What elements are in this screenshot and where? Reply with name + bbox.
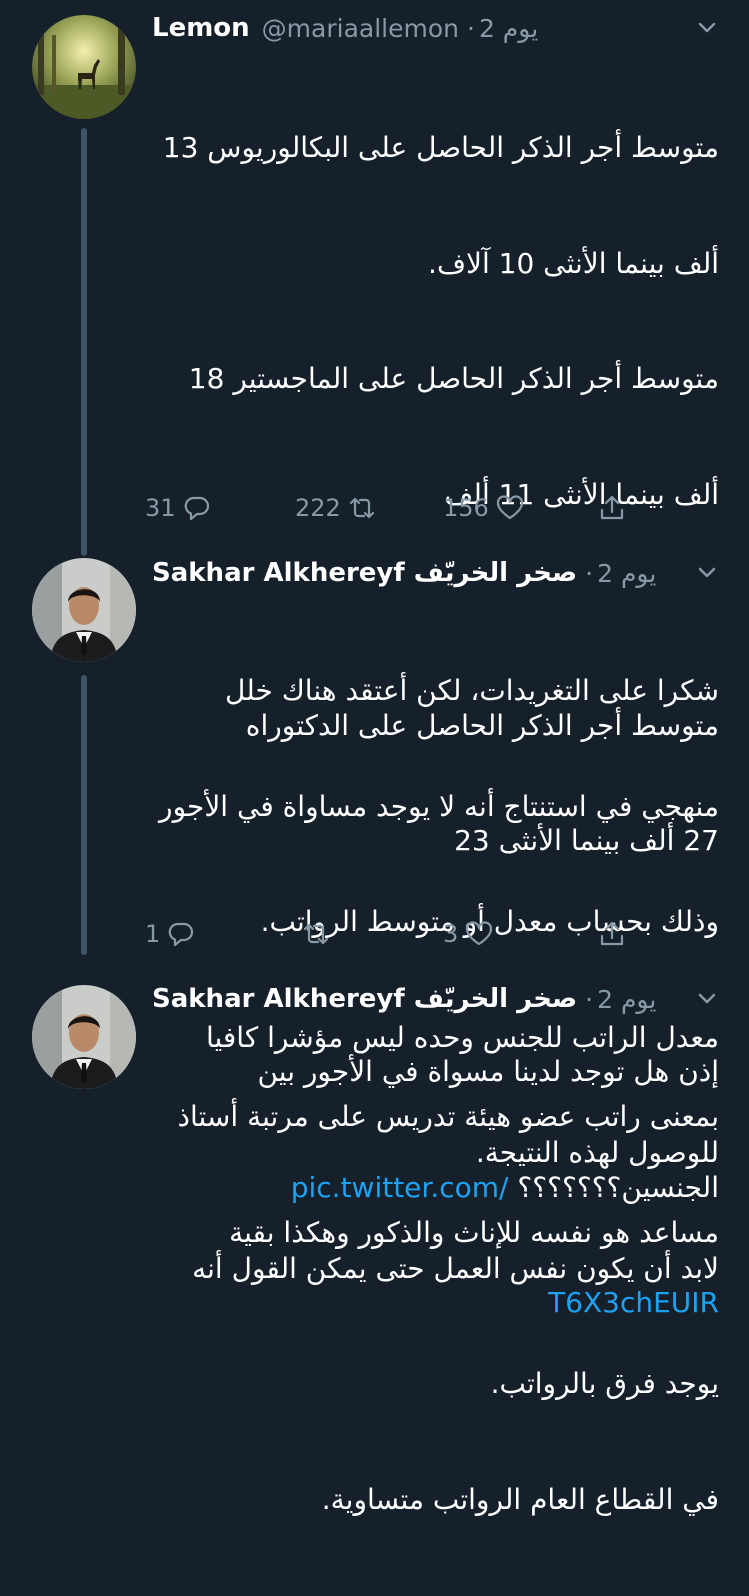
reply-count: 1 [145, 920, 161, 948]
like-count: 3 [443, 920, 459, 948]
tweet-header: Sakhar Alkhereyf صخر الخريّف · 2 يوم [152, 979, 719, 1019]
share-icon [600, 921, 624, 946]
retweet-button[interactable] [295, 919, 331, 949]
reply-count: 31 [145, 494, 176, 522]
man-avatar-image [32, 985, 136, 1089]
text-line: في القطاع العام الرواتب متساوية. [321, 1482, 719, 1516]
man-avatar-image [32, 558, 136, 662]
text-line: ألف بينما الأنثى 10 آلاف. [428, 246, 719, 280]
retweet-icon [303, 923, 329, 945]
display-name[interactable]: Lemon [152, 13, 250, 43]
heart-icon [466, 921, 493, 946]
timestamp[interactable]: 2 يوم [479, 14, 538, 43]
chevron-down-icon[interactable] [693, 559, 721, 587]
avatar[interactable] [32, 15, 136, 119]
heart-icon [496, 495, 523, 520]
like-button[interactable]: 156 [443, 493, 525, 523]
like-count: 156 [443, 494, 489, 522]
reply-icon [168, 922, 194, 947]
tweet-actions: 1 3 [145, 919, 645, 959]
thread-line [81, 675, 87, 955]
timestamp[interactable]: 2 يوم [597, 985, 656, 1014]
tweet-text: بمعنى راتب عضو هيئة تدريس على مرتبة أستا… [150, 1021, 719, 1329]
text-line: مساعد هو نفسه للإناث والذكور وهكذا بقية [229, 1215, 719, 1249]
tweet-header: Sakhar Alkhereyf صخر الخريّف · 2 يوم [152, 553, 719, 593]
like-button[interactable]: 3 [443, 919, 494, 949]
reply-button[interactable]: 31 [145, 493, 212, 523]
text-line: متوسط أجر الذكر الحاصل على الماجستير 18 [188, 362, 719, 395]
timestamp[interactable]: 2 يوم [597, 559, 656, 588]
share-icon [600, 495, 624, 520]
handle[interactable]: @mariaallemon [262, 14, 459, 43]
text-line: متوسط أجر الذكر الحاصل على البكالوريوس 1… [162, 131, 719, 164]
reply-button[interactable]: 1 [145, 919, 196, 949]
text-line: منهجي في استنتاج أنه لا يوجد مساواة في ا… [159, 789, 719, 823]
chevron-down-icon[interactable] [693, 14, 721, 42]
tweet-actions: 31 222 156 [145, 493, 645, 533]
display-name[interactable]: Sakhar Alkhereyf صخر الخريّف [152, 984, 577, 1014]
tweet-3[interactable]: Sakhar Alkhereyf صخر الخريّف · 2 يوم بمع… [0, 975, 749, 1249]
separator-dot: · [585, 984, 594, 1014]
text-line: بمعنى راتب عضو هيئة تدريس على مرتبة أستا… [177, 1100, 719, 1133]
retweet-button[interactable]: 222 [295, 493, 377, 523]
retweet-count: 222 [295, 494, 341, 522]
text-line: شكرا على التغريدات، لكن أعتقد هناك خلل [225, 674, 719, 707]
text-line: يوجد فرق بالرواتب. [490, 1367, 719, 1400]
reply-icon [184, 496, 209, 521]
avatar[interactable] [32, 985, 136, 1089]
share-button[interactable] [597, 919, 627, 949]
tweet-header: Lemon @mariaallemon · 2 يوم [152, 8, 719, 48]
share-button[interactable] [597, 493, 627, 523]
display-name[interactable]: Sakhar Alkhereyf صخر الخريّف [152, 558, 577, 588]
thread-line [81, 128, 87, 556]
separator-dot: · [585, 558, 594, 588]
deer-avatar-image [32, 15, 136, 119]
avatar[interactable] [32, 558, 136, 662]
separator-dot: · [466, 13, 475, 43]
retweet-icon [349, 497, 374, 519]
chevron-down-icon[interactable] [693, 985, 721, 1013]
